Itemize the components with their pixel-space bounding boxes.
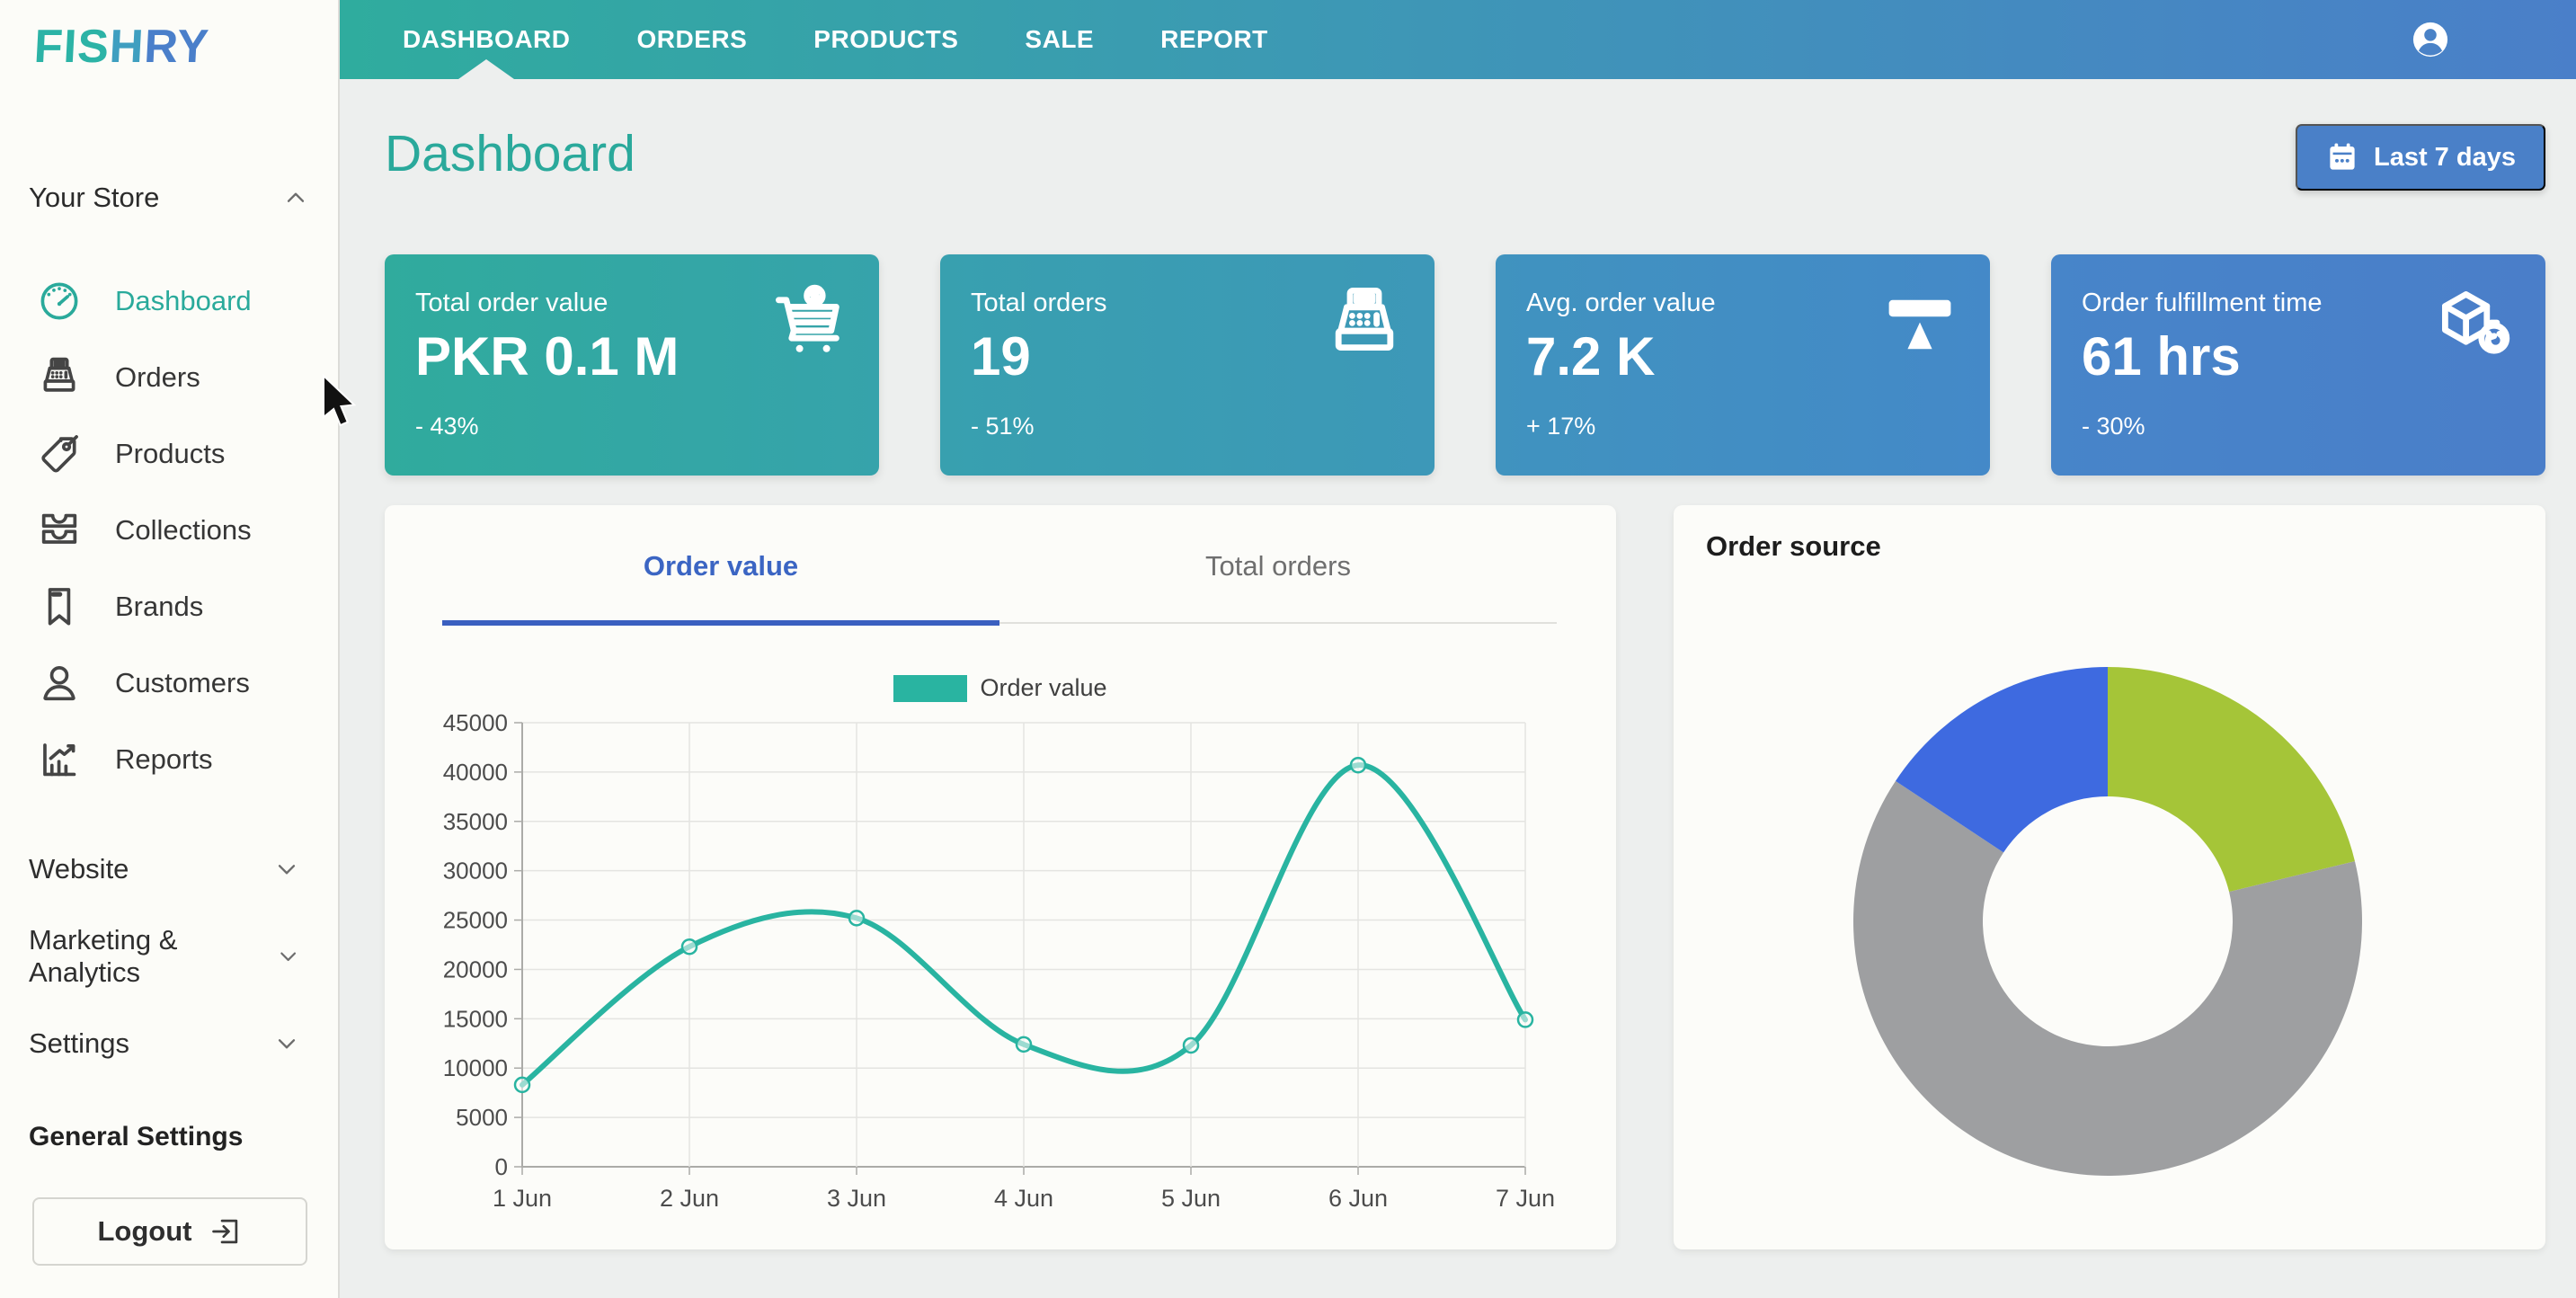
sidebar: FISHRY Your Store Dashboard Orders Produ…: [0, 0, 340, 1298]
chevron-up-icon: [280, 182, 311, 213]
data-point-marker[interactable]: [515, 1078, 529, 1092]
y-tick-label: 20000: [443, 956, 508, 982]
fishry-logo[interactable]: FISHRY: [32, 20, 210, 74]
nav-tab-dashboard[interactable]: DASHBOARD: [403, 0, 571, 79]
mouse-cursor-icon: [322, 374, 369, 430]
cash-register-icon: [1321, 281, 1408, 368]
cart-coin-icon: [766, 281, 852, 368]
y-tick-label: 10000: [443, 1054, 508, 1081]
data-point-marker[interactable]: [1518, 1012, 1532, 1027]
stat-card-total-order-value[interactable]: Total order value PKR 0.1 M - 43%: [385, 254, 879, 476]
y-tick-label: 0: [495, 1153, 508, 1180]
x-tick-label: 4 Jun: [994, 1185, 1053, 1212]
sidebar-section-settings[interactable]: Settings: [0, 1000, 338, 1087]
sidebar-item-brands[interactable]: Brands: [0, 568, 338, 645]
page-title: Dashboard: [385, 124, 635, 183]
logout-icon: [209, 1214, 243, 1249]
top-navbar: DASHBOARD ORDERS PRODUCTS SALE REPORT: [340, 0, 2576, 79]
x-tick-label: 2 Jun: [660, 1185, 719, 1212]
logo-part-ry: RY: [143, 21, 210, 73]
y-tick-label: 30000: [443, 858, 508, 885]
nav-tab-sale[interactable]: SALE: [1025, 0, 1094, 79]
y-tick-label: 5000: [456, 1104, 508, 1131]
collections-icon: [36, 507, 83, 554]
bar-chart-icon: [36, 736, 83, 783]
sidebar-item-customers[interactable]: Customers: [0, 645, 338, 721]
data-point-marker[interactable]: [1351, 758, 1365, 772]
logo-part-fis: FIS: [32, 21, 111, 73]
tag-icon: [36, 431, 83, 477]
chevron-down-icon: [271, 1028, 302, 1059]
y-tick-label: 25000: [443, 907, 508, 934]
stat-card-total-orders[interactable]: Total orders 19 - 51%: [940, 254, 1435, 476]
register-icon: [36, 354, 83, 401]
sidebar-item-dashboard[interactable]: Dashboard: [0, 262, 338, 339]
date-range-button[interactable]: Last 7 days: [2296, 124, 2545, 191]
order-source-card: Order source: [1674, 505, 2545, 1249]
sidebar-item-products[interactable]: Products: [0, 415, 338, 492]
y-tick-label: 35000: [443, 808, 508, 835]
sidebar-item-reports[interactable]: Reports: [0, 721, 338, 797]
order-value-chart-card: Order value Total orders Order value 050…: [385, 505, 1616, 1249]
donut-slice-green[interactable]: [2108, 667, 2355, 892]
order-value-line-chart: 0 5000 10000 15000 20000 25000 30000 35000 40000…: [385, 505, 1616, 1249]
y-tick-label: 15000: [443, 1005, 508, 1032]
balance-icon: [1877, 281, 1963, 368]
chevron-down-icon: [274, 941, 302, 972]
calendar-icon: [2325, 140, 2359, 174]
data-point-marker[interactable]: [682, 939, 697, 954]
nav-tabs: DASHBOARD ORDERS PRODUCTS SALE REPORT: [403, 0, 1335, 79]
logout-button[interactable]: Logout: [32, 1197, 307, 1266]
chevron-down-icon: [271, 854, 302, 885]
x-tick-label: 7 Jun: [1496, 1185, 1555, 1212]
x-tick-label: 3 Jun: [827, 1185, 886, 1212]
sidebar-item-orders[interactable]: Orders: [0, 339, 338, 415]
data-point-marker[interactable]: [1017, 1037, 1031, 1052]
y-tick-label: 40000: [443, 759, 508, 786]
nav-tab-orders[interactable]: ORDERS: [637, 0, 748, 79]
person-icon: [36, 660, 83, 707]
sidebar-item-collections[interactable]: Collections: [0, 492, 338, 568]
nav-tab-report[interactable]: REPORT: [1160, 0, 1268, 79]
gauge-icon: [36, 278, 83, 324]
store-label: Your Store: [29, 182, 159, 214]
logout-label: Logout: [97, 1215, 191, 1248]
stat-card-avg-order-value[interactable]: Avg. order value 7.2 K + 17%: [1496, 254, 1990, 476]
sidebar-section-marketing-analytics[interactable]: Marketing & Analytics: [0, 912, 338, 1000]
sidebar-sections: Website Marketing & Analytics Settings: [0, 825, 338, 1087]
x-tick-label: 6 Jun: [1328, 1185, 1388, 1212]
sidebar-item-general-settings[interactable]: General Settings: [29, 1122, 243, 1152]
date-range-label: Last 7 days: [2374, 143, 2516, 173]
y-tick-label: 45000: [443, 709, 508, 736]
stat-card-order-fulfillment-time[interactable]: Order fulfillment time 61 hrs - 30%: [2051, 254, 2545, 476]
account-circle-icon[interactable]: [2411, 20, 2450, 59]
sidebar-menu: Dashboard Orders Products Collections Br…: [0, 262, 338, 797]
bookmark-icon: [36, 583, 83, 630]
data-point-marker[interactable]: [849, 911, 864, 925]
package-timer-icon: [2432, 281, 2518, 368]
order-source-donut-chart: [1674, 505, 2545, 1249]
charts-row: Order value Total orders Order value 050…: [385, 505, 2545, 1249]
x-tick-label: 1 Jun: [493, 1185, 552, 1212]
stat-cards-row: Total order value PKR 0.1 M - 43% Total …: [385, 254, 2545, 476]
x-tick-label: 5 Jun: [1161, 1185, 1221, 1212]
sidebar-section-website[interactable]: Website: [0, 825, 338, 912]
data-point-marker[interactable]: [1184, 1038, 1198, 1053]
logo-part-h: H: [108, 21, 146, 73]
nav-tab-products[interactable]: PRODUCTS: [813, 0, 958, 79]
store-selector[interactable]: Your Store: [29, 176, 311, 219]
